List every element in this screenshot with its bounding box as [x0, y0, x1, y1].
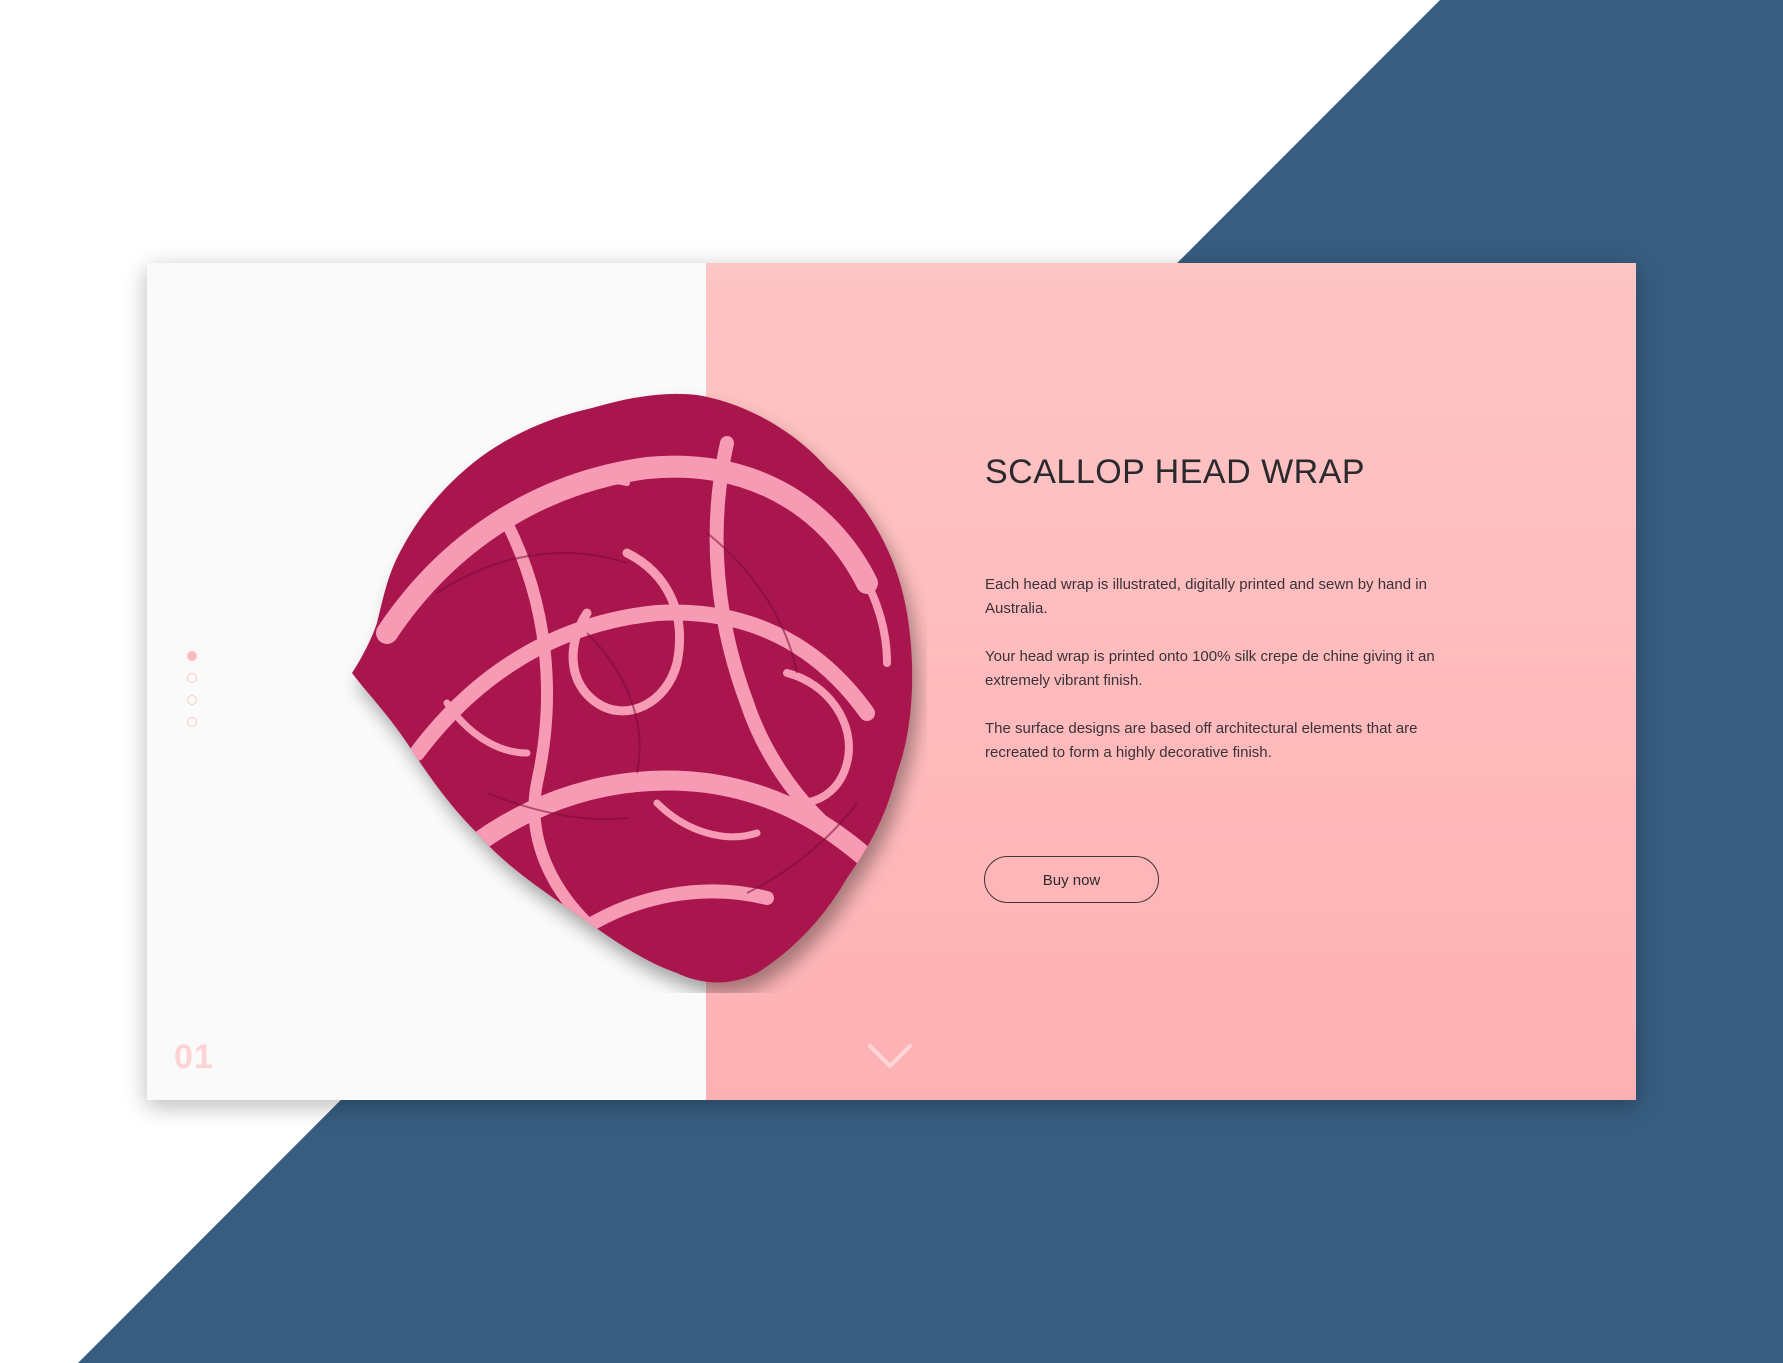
product-description: Each head wrap is illustrated, digitally…: [985, 573, 1475, 789]
slide-number: 01: [174, 1038, 214, 1076]
pagination-dot-2[interactable]: [187, 673, 197, 683]
pagination-dot-1[interactable]: [187, 651, 197, 661]
description-paragraph: Your head wrap is printed onto 100% silk…: [985, 648, 1435, 689]
slide-pagination: [187, 651, 201, 739]
product-title: SCALLOP HEAD WRAP: [985, 453, 1366, 491]
description-paragraph: Each head wrap is illustrated, digitally…: [985, 576, 1427, 617]
chevron-down-icon[interactable]: [868, 1043, 912, 1071]
buy-now-button[interactable]: Buy now: [984, 856, 1159, 903]
pagination-dot-3[interactable]: [187, 695, 197, 705]
pagination-dot-4[interactable]: [187, 717, 197, 727]
scarf-image: [352, 393, 913, 983]
description-paragraph: The surface designs are based off archit…: [985, 720, 1418, 761]
product-card: 01 SCALLOP HEAD WRAP Each head wrap is i…: [147, 263, 1636, 1100]
